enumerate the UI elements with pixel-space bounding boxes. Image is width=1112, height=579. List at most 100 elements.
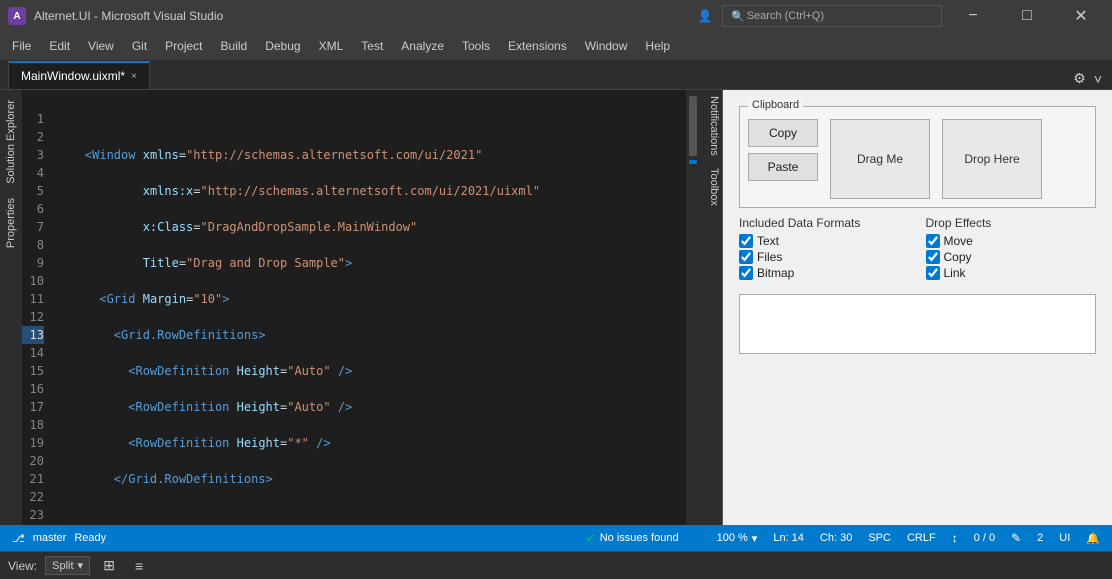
zoom-control[interactable]: 100 % ▾ bbox=[717, 532, 758, 545]
log-area bbox=[739, 294, 1096, 354]
format-text-item: Text bbox=[739, 234, 910, 248]
menu-analyze[interactable]: Analyze bbox=[393, 35, 452, 57]
split-dropdown[interactable]: Split ▾ bbox=[45, 556, 90, 575]
app-title: Alternet.UI - Microsoft Visual Studio bbox=[34, 9, 688, 23]
format-bitmap-label: Bitmap bbox=[757, 266, 794, 280]
search-box[interactable]: 🔍 Search (Ctrl+Q) bbox=[722, 5, 942, 27]
close-button[interactable]: ✕ bbox=[1058, 0, 1104, 32]
menu-file[interactable]: File bbox=[4, 35, 39, 57]
crlf-label: CRLF bbox=[907, 532, 936, 544]
errors-label: 0 / 0 bbox=[974, 532, 995, 544]
format-bitmap-item: Bitmap bbox=[739, 266, 910, 280]
git-branch[interactable]: master bbox=[33, 532, 67, 544]
clipboard-groupbox: Clipboard Copy Paste Drag Me Drop Here bbox=[739, 106, 1096, 208]
effect-link-item: Link bbox=[926, 266, 1097, 280]
statusbar: ⎇ master Ready ✓ No issues found 100 % ▾… bbox=[0, 525, 1112, 551]
warnings-label: 2 bbox=[1037, 532, 1043, 544]
warning-icon: ✎ bbox=[1011, 531, 1021, 545]
menu-extensions[interactable]: Extensions bbox=[500, 35, 575, 57]
scrollbar-thumb[interactable] bbox=[689, 96, 697, 156]
ok-icon: ✓ bbox=[586, 531, 596, 545]
menu-tools[interactable]: Tools bbox=[454, 35, 498, 57]
tab-label: MainWindow.uixml* bbox=[21, 69, 125, 83]
right-panels: Notifications Toolbox bbox=[700, 90, 722, 525]
notification-icon[interactable]: 🔔 bbox=[1086, 532, 1100, 545]
editor-scrollbar[interactable] bbox=[686, 90, 700, 525]
scrollbar-position-indicator bbox=[689, 160, 697, 164]
menu-window[interactable]: Window bbox=[577, 35, 636, 57]
split-label: Split bbox=[52, 560, 73, 572]
ch-label: Ch: 30 bbox=[820, 532, 852, 544]
notifications-panel-label[interactable]: Notifications bbox=[700, 90, 722, 162]
menu-help[interactable]: Help bbox=[637, 35, 678, 57]
ui-label: UI bbox=[1059, 532, 1070, 544]
drop-here-box[interactable]: Drop Here bbox=[942, 119, 1042, 199]
menu-debug[interactable]: Debug bbox=[257, 35, 308, 57]
copy-button[interactable]: Copy bbox=[748, 119, 818, 147]
error-icon: ↕ bbox=[952, 531, 958, 545]
view-label: View: bbox=[8, 559, 37, 573]
effect-link-label: Link bbox=[944, 266, 966, 280]
tab-close-button[interactable]: × bbox=[131, 71, 137, 82]
format-text-label: Text bbox=[757, 234, 779, 248]
viewbar: View: Split ▾ ⊞ ≡ bbox=[0, 551, 1112, 579]
ln-label: Ln: 14 bbox=[773, 532, 804, 544]
view-list-icon[interactable]: ≡ bbox=[128, 555, 150, 577]
statusbar-left: ⎇ master Ready bbox=[12, 532, 106, 545]
maximize-button[interactable]: □ bbox=[1004, 0, 1050, 32]
side-panels: Solution Explorer Properties bbox=[0, 90, 22, 525]
format-bitmap-checkbox[interactable] bbox=[739, 266, 753, 280]
menu-edit[interactable]: Edit bbox=[41, 35, 78, 57]
profile-icon: 👤 bbox=[696, 7, 714, 25]
tab-chevron-icon[interactable]: ˅ bbox=[1092, 69, 1104, 89]
editor-content[interactable]: <Window xmlns="http://schemas.alternetso… bbox=[52, 90, 686, 525]
menu-project[interactable]: Project bbox=[157, 35, 210, 57]
formats-effects-row: Included Data Formats Text Files Bitmap … bbox=[739, 216, 1096, 282]
minimize-button[interactable]: − bbox=[950, 0, 996, 32]
clipboard-buttons: Copy Paste bbox=[748, 119, 818, 181]
effect-copy-item: Copy bbox=[926, 250, 1097, 264]
menubar: File Edit View Git Project Build Debug X… bbox=[0, 32, 1112, 60]
format-files-item: Files bbox=[739, 250, 910, 264]
statusbar-right: ✓ No issues found 100 % ▾ Ln: 14 Ch: 30 … bbox=[586, 530, 1100, 546]
effect-move-label: Move bbox=[944, 234, 973, 248]
effect-move-checkbox[interactable] bbox=[926, 234, 940, 248]
menu-xml[interactable]: XML bbox=[311, 35, 352, 57]
status-ready: Ready bbox=[74, 532, 106, 544]
effect-copy-label: Copy bbox=[944, 250, 972, 264]
zoom-label: 100 % bbox=[717, 532, 748, 544]
effect-copy-checkbox[interactable] bbox=[926, 250, 940, 264]
effect-move-item: Move bbox=[926, 234, 1097, 248]
tab-main-window[interactable]: MainWindow.uixml* × bbox=[8, 61, 150, 89]
format-text-checkbox[interactable] bbox=[739, 234, 753, 248]
view-grid-icon[interactable]: ⊞ bbox=[98, 555, 120, 577]
main-layout: Solution Explorer Properties 1 2 3 4 5 6… bbox=[0, 90, 1112, 525]
effect-link-checkbox[interactable] bbox=[926, 266, 940, 280]
sidebar-item-properties[interactable]: Properties bbox=[3, 192, 19, 254]
clipboard-content: Copy Paste Drag Me Drop Here bbox=[748, 119, 1087, 199]
menu-view[interactable]: View bbox=[80, 35, 122, 57]
search-placeholder: Search (Ctrl+Q) bbox=[747, 10, 824, 22]
titlebar: A Alternet.UI - Microsoft Visual Studio … bbox=[0, 0, 1112, 32]
status-ok: ✓ No issues found bbox=[586, 531, 679, 545]
tabbar-actions: ⚙ ˅ bbox=[1071, 68, 1112, 89]
drag-me-box[interactable]: Drag Me bbox=[830, 119, 930, 199]
scroll-indicator bbox=[695, 530, 701, 546]
toolbox-panel-label[interactable]: Toolbox bbox=[700, 162, 722, 212]
formats-title: Included Data Formats bbox=[739, 216, 910, 230]
format-files-checkbox[interactable] bbox=[739, 250, 753, 264]
menu-test[interactable]: Test bbox=[353, 35, 391, 57]
menu-git[interactable]: Git bbox=[124, 35, 155, 57]
spc-label: SPC bbox=[868, 532, 891, 544]
paste-button[interactable]: Paste bbox=[748, 153, 818, 181]
editor-area: 1 2 3 4 5 6 7 8 9 10 11 12 13 14 15 16 1… bbox=[22, 90, 700, 525]
menu-build[interactable]: Build bbox=[213, 35, 256, 57]
sidebar-item-solution-explorer[interactable]: Solution Explorer bbox=[3, 94, 19, 190]
search-icon: 🔍 bbox=[731, 10, 745, 23]
tab-settings-icon[interactable]: ⚙ bbox=[1071, 68, 1088, 89]
app-logo: A bbox=[8, 7, 26, 25]
zoom-chevron: ▾ bbox=[752, 532, 758, 545]
tabbar: MainWindow.uixml* × ⚙ ˅ bbox=[0, 60, 1112, 90]
format-files-label: Files bbox=[757, 250, 782, 264]
formats-group: Included Data Formats Text Files Bitmap bbox=[739, 216, 910, 282]
